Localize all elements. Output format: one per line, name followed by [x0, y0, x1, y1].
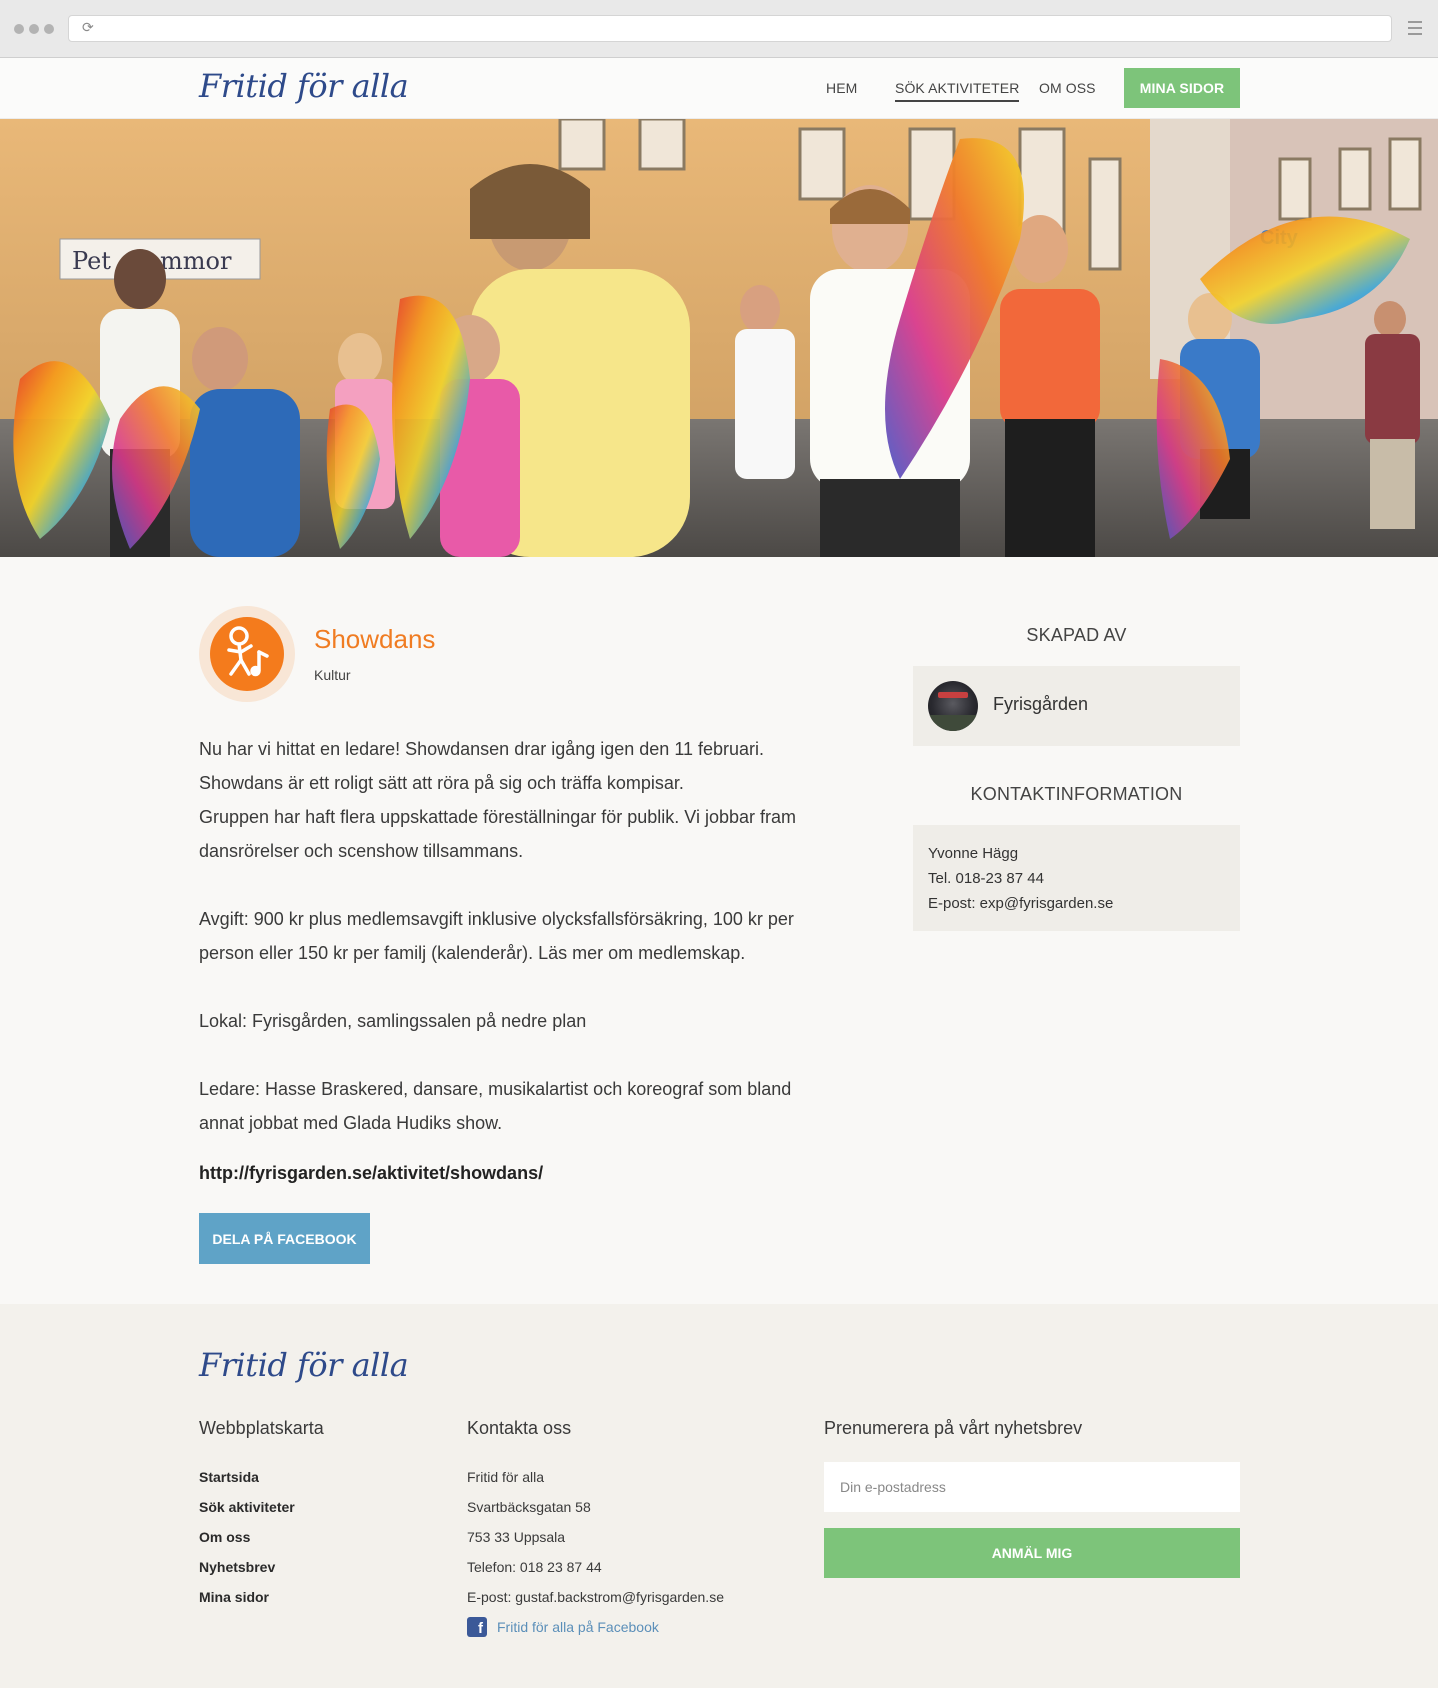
footer-contact-line: E-post: gustaf.backstrom@fyrisgarden.se	[467, 1589, 724, 1605]
footer-logo[interactable]: Fritid för alla	[199, 1346, 409, 1384]
window-dot-icon[interactable]	[29, 24, 39, 34]
activity-title: Showdans	[314, 624, 436, 654]
footer-link-mina-sidor[interactable]: Mina sidor	[199, 1582, 295, 1612]
footer-contact-line: 753 33 Uppsala	[467, 1529, 566, 1545]
sitemap-heading: Webbplatskarta	[199, 1418, 324, 1438]
browser-menu-icon[interactable]	[1408, 21, 1422, 35]
description-paragraph: Avgift: 900 kr plus medlemsavgift inklus…	[199, 909, 794, 963]
footer-link-startsida[interactable]: Startsida	[199, 1462, 295, 1492]
footer-contact-line: Svartbäcksgatan 58	[467, 1499, 591, 1515]
description-paragraph: Lokal: Fyrisgården, samlingssalen på ned…	[199, 1011, 587, 1031]
activity-description: Nu har vi hittat en ledare! Showdansen d…	[199, 732, 839, 1140]
footer-link-om-oss[interactable]: Om oss	[199, 1522, 295, 1552]
activity-icon-badge	[199, 606, 295, 702]
svg-text:mmor: mmor	[160, 247, 232, 275]
mina-sidor-button[interactable]: MINA SIDOR	[1124, 68, 1240, 108]
share-facebook-button[interactable]: DELA PÅ FACEBOOK	[199, 1213, 370, 1264]
contact-name: Yvonne Hägg	[928, 845, 1019, 862]
sitemap-links: Startsida Sök aktiviteter Om oss Nyhetsb…	[199, 1462, 295, 1612]
activity-url-link[interactable]: http://fyrisgarden.se/aktivitet/showdans…	[199, 1163, 543, 1184]
footer-link-nyhetsbrev[interactable]: Nyhetsbrev	[199, 1552, 295, 1582]
reload-icon[interactable]: ⟳	[82, 21, 96, 35]
hero-image: Pet mmor City	[0, 119, 1438, 557]
description-paragraph: Showdans är ett roligt sätt att röra på …	[199, 773, 684, 793]
description-paragraph: Nu har vi hittat en ledare! Showdansen d…	[199, 739, 765, 759]
newsletter-email-input[interactable]	[824, 1462, 1240, 1512]
address-bar[interactable]: ⟳	[68, 15, 1392, 42]
contact-us-heading: Kontakta oss	[467, 1418, 572, 1438]
footer-contact-line: Fritid för alla	[467, 1469, 545, 1485]
facebook-link-label: Fritid för alla på Facebook	[497, 1619, 659, 1635]
facebook-icon: f	[467, 1617, 487, 1637]
description-paragraph: Ledare: Hasse Braskered, dansare, musika…	[199, 1079, 792, 1133]
contact-info-box: Yvonne Hägg Tel. 018-23 87 44 E-post: ex…	[913, 825, 1240, 931]
creator-avatar	[928, 681, 978, 731]
nav-item-hem[interactable]: HEM	[826, 80, 857, 96]
window-dot-icon[interactable]	[14, 24, 24, 34]
footer-facebook-link[interactable]: f Fritid för alla på Facebook	[467, 1612, 724, 1642]
creator-card[interactable]: Fyrisgården	[913, 666, 1240, 746]
newsletter-signup-button[interactable]: ANMÄL MIG	[824, 1528, 1240, 1578]
contact-phone: Tel. 018-23 87 44	[928, 870, 1044, 887]
footer-link-sok-aktiviteter[interactable]: Sök aktiviteter	[199, 1492, 295, 1522]
window-dot-icon[interactable]	[44, 24, 54, 34]
nav-item-om-oss[interactable]: OM OSS	[1039, 80, 1096, 96]
window-controls	[14, 24, 54, 34]
contact-email: E-post: exp@fyrisgarden.se	[928, 895, 1114, 912]
site-header: Fritid för alla HEM SÖK AKTIVITETER OM O…	[0, 58, 1438, 119]
svg-text:Pet: Pet	[72, 247, 111, 275]
site-footer: Fritid för alla Webbplatskarta Startsida…	[0, 1304, 1438, 1688]
creator-name: Fyrisgården	[993, 694, 1089, 714]
created-by-heading: SKAPAD AV	[1026, 625, 1127, 645]
activity-category: Kultur	[314, 667, 351, 683]
dance-music-icon	[210, 617, 284, 691]
newsletter-heading: Prenumerera på vårt nyhetsbrev	[824, 1418, 1083, 1438]
footer-contact-line: Telefon: 018 23 87 44	[467, 1559, 602, 1575]
browser-chrome: ⟳	[0, 0, 1438, 58]
description-paragraph: Gruppen har haft flera uppskattade föres…	[199, 807, 797, 861]
contact-info-heading: KONTAKTINFORMATION	[970, 784, 1183, 804]
nav-item-sok-aktiviteter[interactable]: SÖK AKTIVITETER	[895, 80, 1020, 102]
footer-contact-list: Fritid för alla Svartbäcksgatan 58 753 3…	[467, 1462, 724, 1642]
